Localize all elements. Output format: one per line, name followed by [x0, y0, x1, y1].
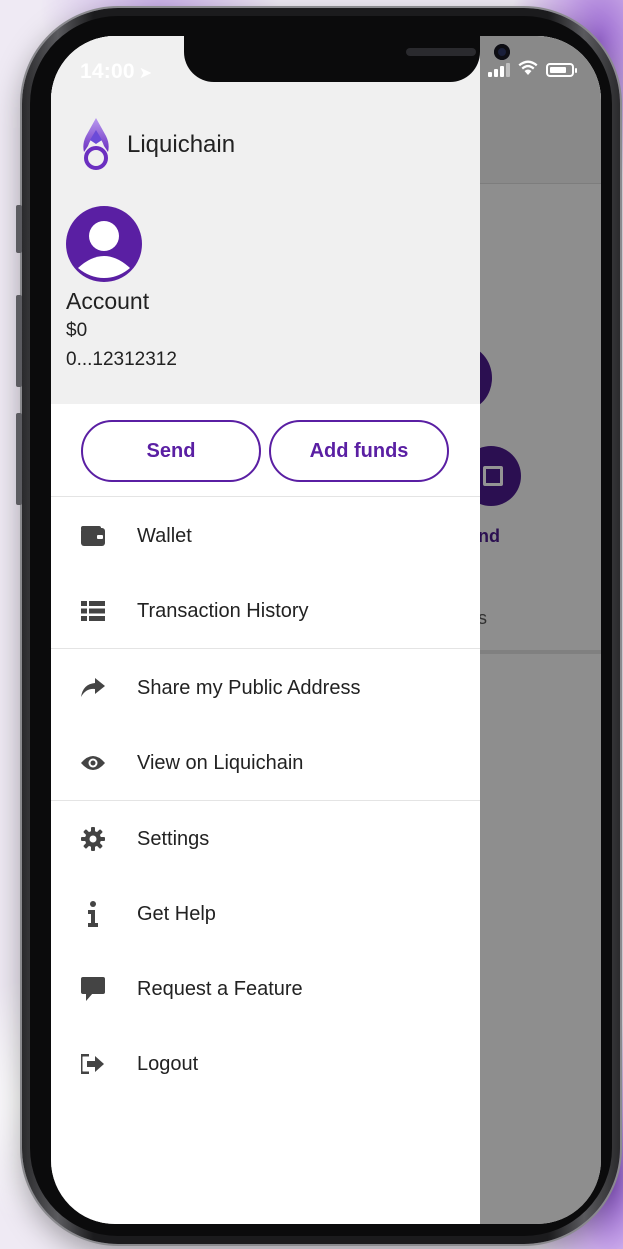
add-funds-button[interactable]: Add funds	[269, 420, 449, 482]
battery-icon	[546, 63, 577, 77]
cellular-signal-icon	[488, 63, 510, 77]
list-icon	[79, 597, 107, 625]
divider	[51, 800, 480, 801]
send-button[interactable]: Send	[81, 420, 261, 482]
comment-icon	[79, 975, 107, 1003]
battery-level	[550, 67, 566, 73]
wallet-icon	[79, 522, 107, 550]
navigation-drawer: Liquichain Account $0 0...12312312 Send …	[51, 36, 480, 1224]
menu-item-logout[interactable]: Logout	[51, 1032, 480, 1096]
menu-label: Transaction History	[137, 599, 309, 622]
menu-item-settings[interactable]: Settings	[51, 807, 480, 871]
wifi-icon	[518, 60, 538, 80]
status-bar-time: 14:00 ➤	[80, 60, 152, 84]
menu-label: Logout	[137, 1052, 199, 1075]
menu-label: Share my Public Address	[137, 676, 361, 699]
menu-item-get-help[interactable]: Get Help	[51, 882, 480, 946]
volume-up-button	[16, 295, 22, 387]
volume-down-button	[16, 413, 22, 505]
share-icon	[79, 674, 107, 702]
divider	[51, 496, 480, 497]
liquichain-logo-icon	[80, 116, 112, 172]
info-icon	[79, 900, 107, 928]
phone-screen: nd s Liquichain Account $0 0...12312312 …	[51, 36, 601, 1224]
location-arrow-icon: ➤	[138, 65, 153, 82]
account-avatar-icon[interactable]	[66, 206, 142, 282]
menu-label: View on Liquichain	[137, 751, 304, 774]
logout-icon	[79, 1050, 107, 1078]
status-time-text: 14:00	[80, 60, 135, 83]
status-bar-icons	[488, 60, 577, 80]
account-name: Account	[66, 288, 150, 314]
menu-label: Get Help	[137, 902, 216, 925]
menu-label: Request a Feature	[137, 977, 303, 1000]
mute-switch	[16, 205, 22, 253]
phone-notch	[184, 36, 510, 82]
account-address[interactable]: 0...12312312	[66, 349, 177, 371]
speaker-grille	[406, 48, 476, 56]
menu-item-view-on-liquichain[interactable]: View on Liquichain	[51, 731, 480, 795]
divider	[51, 648, 480, 649]
account-balance: $0	[66, 320, 88, 341]
brand-name: Liquichain	[127, 131, 236, 158]
gear-icon	[79, 825, 107, 853]
menu-item-share-address[interactable]: Share my Public Address	[51, 656, 480, 720]
menu-label: Settings	[137, 827, 210, 850]
menu-item-wallet[interactable]: Wallet	[51, 504, 480, 568]
eye-icon	[79, 749, 107, 777]
menu-item-transaction-history[interactable]: Transaction History	[51, 579, 480, 643]
menu-item-request-feature[interactable]: Request a Feature	[51, 957, 480, 1021]
front-camera	[494, 44, 510, 60]
menu-label: Wallet	[137, 524, 192, 547]
